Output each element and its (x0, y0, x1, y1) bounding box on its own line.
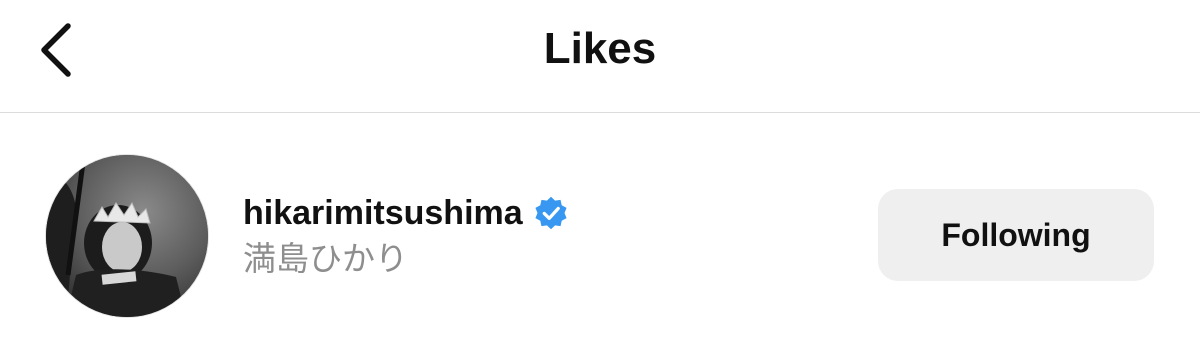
following-button[interactable]: Following (878, 189, 1154, 281)
username: hikarimitsushima (243, 194, 523, 232)
verified-badge-icon (535, 196, 567, 230)
list-item[interactable]: hikarimitsushima 満島ひかり Following (0, 113, 1200, 340)
avatar[interactable] (46, 155, 208, 317)
page-title: Likes (543, 24, 657, 73)
header: Likes (0, 0, 1200, 112)
display-name: 満島ひかり (243, 239, 408, 278)
username-link[interactable]: hikarimitsushima (243, 191, 569, 235)
likes-screen: Likes hikarimitsushima 満島ひかり Following (0, 0, 1200, 340)
avatar-image (46, 155, 208, 317)
